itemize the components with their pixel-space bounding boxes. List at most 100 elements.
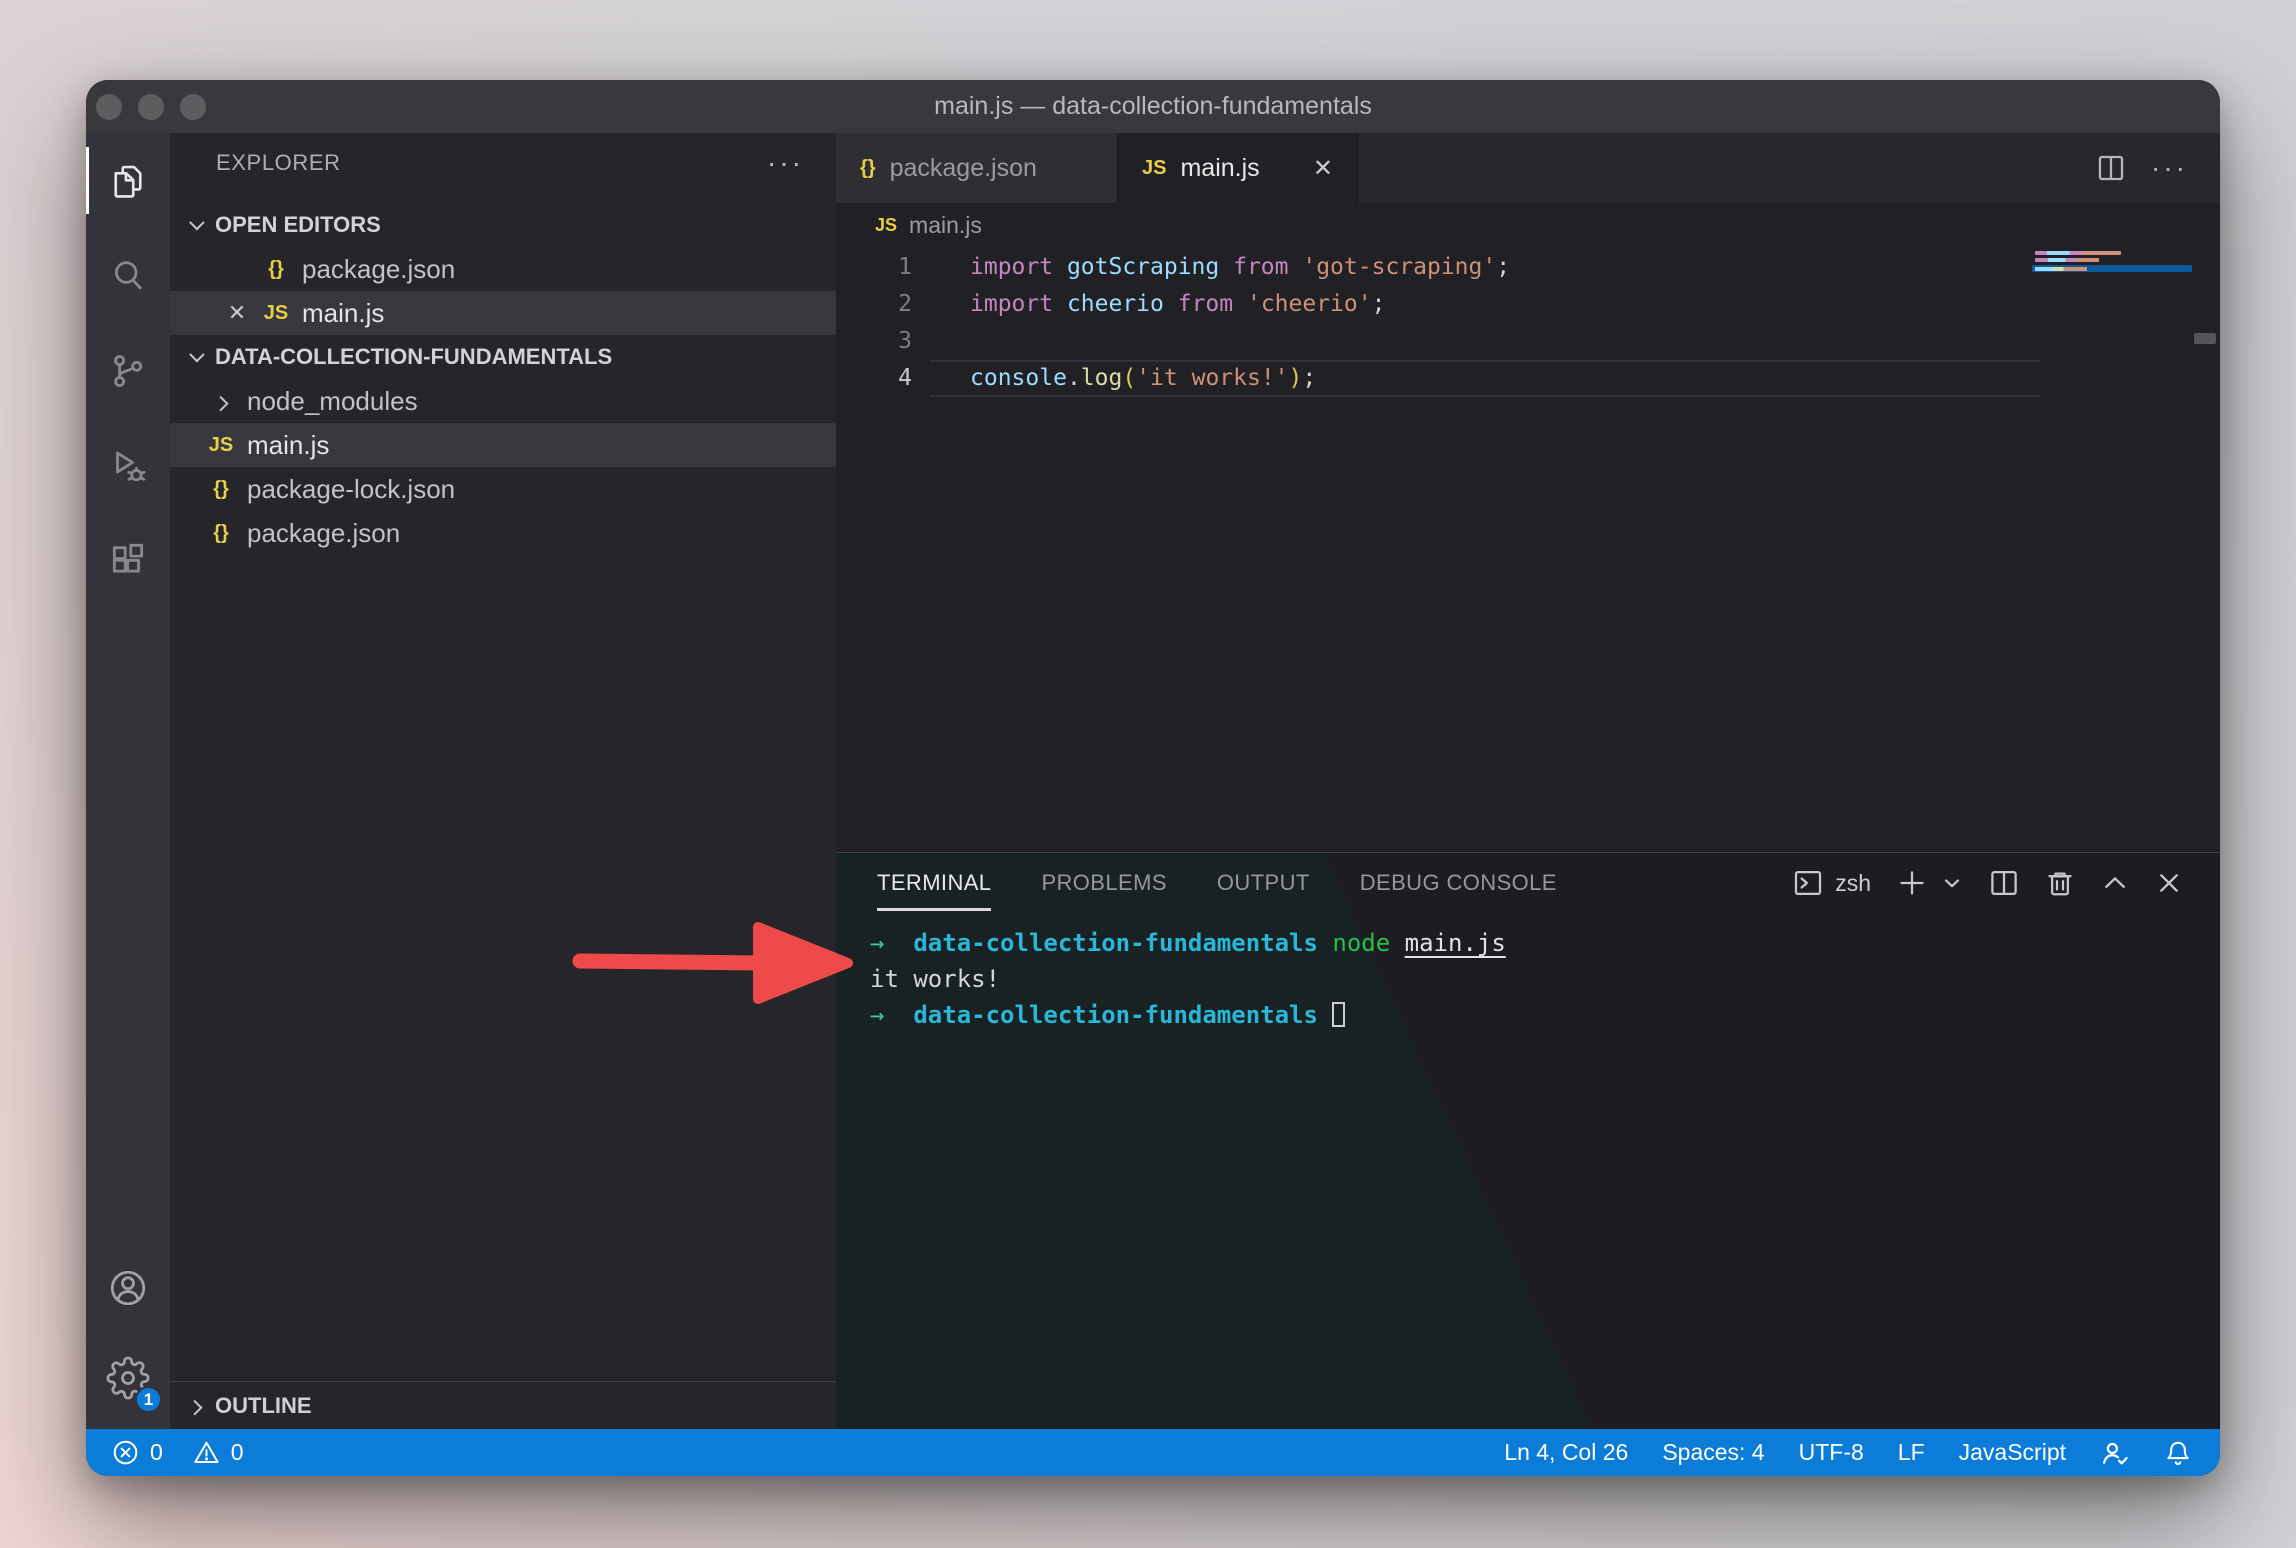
code-line-1: 1 import gotScraping from 'got-scraping'… [836, 249, 2220, 286]
editor-tab-bar: {} package.json JS main.js ✕ ··· [836, 133, 2220, 203]
close-tab-icon[interactable]: ✕ [1313, 154, 1333, 183]
tab-label: package.json [890, 154, 1037, 183]
breadcrumb-item[interactable]: main.js [909, 212, 982, 239]
line-number: 3 [836, 323, 930, 360]
json-file-icon: {} [208, 478, 234, 501]
open-editors-section-header[interactable]: OPEN EDITORS [170, 203, 836, 247]
terminal-line-prompt: → data-collection-fundamentals [836, 997, 2220, 1033]
json-file-icon: {} [860, 157, 876, 180]
launch-profile-dropdown-icon[interactable] [1941, 872, 1963, 894]
breadcrumb[interactable]: JS main.js [836, 203, 2220, 247]
editor-more-actions-icon[interactable]: ··· [2151, 160, 2188, 176]
js-file-icon: JS [1142, 157, 1166, 180]
terminal-profile-icon[interactable] [1793, 868, 1823, 898]
chevron-right-icon [184, 1400, 206, 1411]
shell-name-label[interactable]: zsh [1835, 870, 1871, 897]
open-editor-item-package-json[interactable]: ✕ {} package.json [170, 247, 836, 291]
encoding-status[interactable]: UTF-8 [1799, 1439, 1864, 1466]
tab-terminal[interactable]: TERMINAL [877, 870, 991, 911]
editor-group: {} package.json JS main.js ✕ ··· [836, 133, 2220, 1429]
accounts-icon [106, 1266, 150, 1310]
code-line-2: 2 import cheerio from 'cheerio'; [836, 286, 2220, 323]
sidebar-header: EXPLORER ··· [170, 133, 836, 193]
open-editor-label: main.js [302, 298, 384, 329]
kill-terminal-trash-icon[interactable] [2045, 868, 2075, 898]
open-editor-label: package.json [302, 254, 455, 285]
window-titlebar: main.js — data-collection-fundamentals [86, 80, 2220, 133]
search-icon [107, 255, 149, 297]
json-file-icon: {} [263, 258, 289, 281]
sidebar-more-actions-button[interactable]: ··· [767, 153, 804, 173]
chevron-right-icon [208, 396, 234, 407]
terminal-panel: TERMINAL PROBLEMS OUTPUT DEBUG CONSOLE z… [836, 852, 2220, 1429]
split-terminal-icon[interactable] [1989, 868, 2019, 898]
tree-item-label: main.js [247, 430, 329, 461]
tree-item-package-lock-json[interactable]: {} package-lock.json [170, 467, 836, 511]
tree-item-package-json[interactable]: {} package.json [170, 511, 836, 555]
code-line-3: 3 [836, 323, 2220, 360]
tree-item-label: package-lock.json [247, 474, 455, 505]
minimap[interactable] [2032, 250, 2192, 320]
activity-extensions-button[interactable] [86, 513, 170, 608]
split-editor-icon[interactable] [2097, 154, 2125, 182]
error-circle-icon [112, 1439, 139, 1466]
accounts-button[interactable] [86, 1243, 170, 1333]
line-number: 1 [836, 249, 930, 286]
activity-explorer-button[interactable] [86, 133, 170, 228]
zoom-window-button[interactable] [180, 94, 206, 120]
desktop-background: { "window": { "title": "main.js — data-c… [0, 0, 2296, 1548]
close-editor-icon[interactable]: ✕ [225, 300, 249, 326]
tab-problems[interactable]: PROBLEMS [1041, 870, 1166, 896]
js-file-icon: JS [208, 434, 234, 457]
manage-settings-button[interactable]: 1 [86, 1333, 170, 1423]
notifications-bell-icon[interactable] [2164, 1439, 2192, 1467]
extensions-icon [107, 540, 149, 582]
chevron-down-icon [184, 352, 206, 363]
line-number: 4 [836, 360, 930, 397]
settings-badge: 1 [135, 1386, 162, 1413]
explorer-sidebar: EXPLORER ··· OPEN EDITORS ✕ {} package.j… [170, 133, 836, 1429]
code-editor[interactable]: 1 import gotScraping from 'got-scraping'… [836, 247, 2220, 852]
vscode-window: main.js — data-collection-fundamentals [86, 80, 2220, 1476]
warning-count: 0 [231, 1439, 244, 1466]
tab-debug-console[interactable]: DEBUG CONSOLE [1360, 870, 1557, 896]
explorer-files-icon [107, 160, 149, 202]
tab-label: main.js [1180, 154, 1259, 183]
close-panel-icon[interactable] [2155, 869, 2183, 897]
warning-triangle-icon [193, 1439, 220, 1466]
new-terminal-icon[interactable] [1897, 868, 1927, 898]
panel-actions: zsh [1793, 853, 2183, 913]
window-title: main.js — data-collection-fundamentals [934, 92, 1372, 121]
activity-run-debug-button[interactable] [86, 418, 170, 513]
feedback-person-icon[interactable] [2100, 1438, 2130, 1468]
tree-item-label: node_modules [247, 386, 418, 417]
language-mode-status[interactable]: JavaScript [1959, 1439, 2066, 1466]
folder-section-header[interactable]: DATA-COLLECTION-FUNDAMENTALS [170, 335, 836, 379]
js-file-icon: JS [875, 215, 897, 236]
terminal-line-output: it works! [836, 961, 2220, 997]
minimize-window-button[interactable] [138, 94, 164, 120]
code-line-4-current: 4 console.log('it works!'); [836, 360, 2220, 397]
indentation-status[interactable]: Spaces: 4 [1662, 1439, 1764, 1466]
eol-status[interactable]: LF [1898, 1439, 1925, 1466]
tab-output[interactable]: OUTPUT [1217, 870, 1310, 896]
activity-source-control-button[interactable] [86, 323, 170, 418]
error-count: 0 [150, 1439, 163, 1466]
tab-main-js[interactable]: JS main.js ✕ [1118, 133, 1358, 203]
tree-item-main-js[interactable]: JS main.js [170, 423, 836, 467]
tree-item-label: package.json [247, 518, 400, 549]
terminal-output[interactable]: → data-collection-fundamentals node main… [836, 925, 2220, 1033]
cursor-position-status[interactable]: Ln 4, Col 26 [1504, 1439, 1628, 1466]
problems-status[interactable]: 0 0 [112, 1439, 244, 1466]
run-and-debug-icon [107, 445, 149, 487]
line-number: 2 [836, 286, 930, 323]
activity-search-button[interactable] [86, 228, 170, 323]
close-window-button[interactable] [96, 94, 122, 120]
open-editor-item-main-js[interactable]: ✕ JS main.js [170, 291, 836, 335]
outline-section-header[interactable]: OUTLINE [170, 1381, 836, 1429]
tree-item-node-modules[interactable]: node_modules [170, 379, 836, 423]
chevron-down-icon [184, 220, 206, 231]
terminal-line-command: → data-collection-fundamentals node main… [836, 925, 2220, 961]
maximize-panel-chevron-up-icon[interactable] [2101, 869, 2129, 897]
tab-package-json[interactable]: {} package.json [836, 133, 1118, 203]
